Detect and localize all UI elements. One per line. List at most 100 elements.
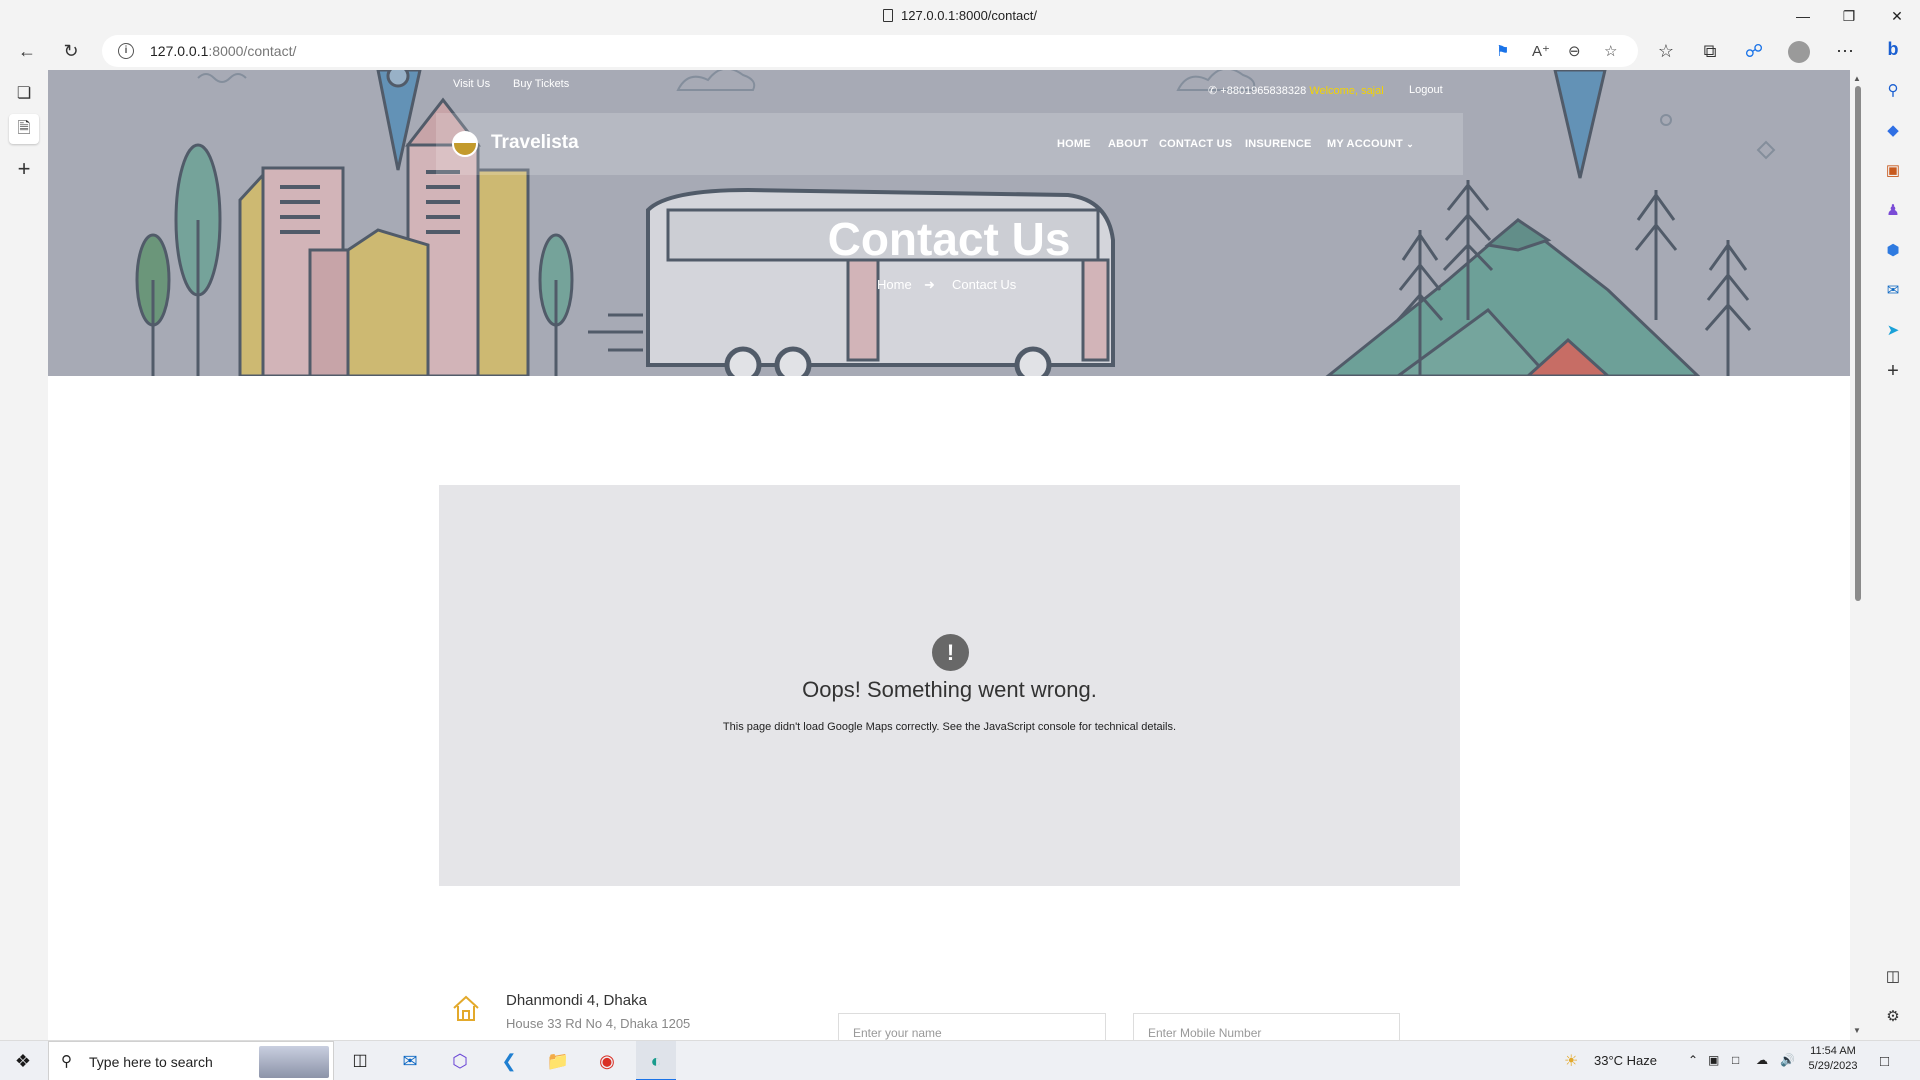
bing-chat-icon[interactable]: b: [1880, 36, 1906, 62]
page-viewport: Visit Us Buy Tickets ✆ +8801965838328 We…: [48, 70, 1850, 1040]
more-menu-icon[interactable]: ⋯: [1830, 36, 1860, 66]
home-icon: [453, 995, 479, 1021]
read-aloud-icon[interactable]: A⁺: [1532, 42, 1550, 60]
close-button[interactable]: ✕: [1874, 0, 1920, 32]
app-icon[interactable]: ⬡: [440, 1041, 480, 1080]
brand-name[interactable]: Travelista: [491, 132, 579, 154]
chrome-icon[interactable]: ◉: [587, 1041, 627, 1080]
travelista-logo-icon[interactable]: [452, 131, 478, 157]
scroll-up-icon[interactable]: ▲: [1853, 74, 1861, 83]
clock[interactable]: 11:54 AM 5/29/2023: [1806, 1045, 1860, 1072]
site-info-icon[interactable]: i: [118, 43, 134, 59]
search-icon: ⚲: [61, 1053, 72, 1070]
address-bar[interactable]: i 127.0.0.1:8000/contact/ ⚑ A⁺ ⊖ ☆: [102, 35, 1638, 67]
windows-start-icon[interactable]: ❖: [0, 1041, 46, 1080]
error-icon: !: [932, 634, 969, 671]
main-navbar: Travelista HOME ABOUT CONTACT US INSUREN…: [436, 113, 1463, 175]
add-sidebar-app-icon[interactable]: +: [1880, 358, 1906, 384]
volume-icon[interactable]: 🔊: [1780, 1053, 1795, 1067]
phone-number: +8801965838328: [1220, 85, 1307, 97]
window-title: 127.0.0.1:8000/contact/: [0, 8, 1920, 23]
tools-icon[interactable]: ▣: [1880, 158, 1906, 184]
taskbar-search-placeholder: Type here to search: [89, 1054, 213, 1070]
back-icon[interactable]: ←: [12, 36, 42, 66]
breadcrumb-home[interactable]: Home: [877, 277, 912, 292]
nav-home[interactable]: HOME: [1057, 138, 1091, 150]
page-title: Contact Us: [827, 213, 1071, 265]
weather-icon[interactable]: ☀: [1564, 1051, 1578, 1071]
minimize-button[interactable]: —: [1780, 0, 1826, 32]
nav-about[interactable]: ABOUT: [1108, 138, 1148, 150]
notifications-icon[interactable]: □: [1880, 1053, 1889, 1070]
url-text[interactable]: 127.0.0.1:8000/contact/: [150, 43, 296, 59]
url-path: :8000/contact/: [208, 43, 297, 59]
weather-text[interactable]: 33°C Haze: [1594, 1053, 1657, 1068]
welcome-user: Welcome, sajal: [1309, 85, 1384, 97]
nav-insurence[interactable]: INSURENCE: [1245, 138, 1312, 150]
breadcrumb-current: Contact Us: [952, 277, 1017, 292]
drop-icon[interactable]: ➤: [1880, 318, 1906, 344]
nav-my-account[interactable]: MY ACCOUNT ⌄: [1327, 138, 1414, 150]
task-view-icon[interactable]: ◫: [340, 1041, 380, 1080]
scrollbar-thumb[interactable]: [1855, 86, 1861, 601]
windows-taskbar: ❖ ⚲ Type here to search ◫ ✉ ⬡ ❮ 📁 ◉ ◐ ☀ …: [0, 1040, 1920, 1080]
address-detail: House 33 Rd No 4, Dhaka 1205: [506, 1016, 691, 1031]
shopping-icon[interactable]: ◆: [1880, 118, 1906, 144]
search-icon[interactable]: ⚲: [1880, 78, 1906, 104]
shopping-tag-icon[interactable]: ⚑: [1496, 42, 1509, 60]
map-error-detail: This page didn't load Google Maps correc…: [722, 721, 1177, 733]
url-host: 127.0.0.1: [150, 43, 209, 59]
active-tab-icon[interactable]: 🗎: [9, 114, 39, 144]
google-map-embed[interactable]: ! Oops! Something went wrong. This page …: [439, 485, 1460, 886]
taskbar-search[interactable]: ⚲ Type here to search: [48, 1041, 334, 1080]
tray-chevron-icon[interactable]: ⌃: [1688, 1053, 1698, 1067]
edge-sidebar: b ⚲ ◆ ▣ ♟ ⬢ ✉ ➤ + ◫ ⚙: [1866, 32, 1920, 1040]
tab-actions-icon[interactable]: ❏: [9, 79, 39, 109]
breadcrumb-arrow-icon: ➜: [924, 277, 935, 292]
refresh-icon[interactable]: ↻: [56, 36, 86, 66]
microsoft-365-icon[interactable]: ⬢: [1880, 238, 1906, 264]
name-field[interactable]: Enter your name: [838, 1013, 1106, 1040]
chevron-down-icon: ⌄: [1406, 139, 1414, 149]
sidebar-settings-icon[interactable]: ⚙: [1880, 1004, 1906, 1030]
favorites-icon[interactable]: ☆: [1651, 36, 1681, 66]
profile-avatar[interactable]: [1784, 36, 1814, 66]
address-title: Dhanmondi 4, Dhaka: [506, 992, 647, 1009]
edge-icon[interactable]: ◐: [636, 1041, 676, 1080]
games-icon[interactable]: ♟: [1880, 198, 1906, 224]
file-explorer-icon[interactable]: 📁: [538, 1041, 578, 1080]
outlook-icon[interactable]: ✉: [1880, 278, 1906, 304]
onedrive-icon[interactable]: ☁: [1756, 1053, 1768, 1067]
window-title-text: 127.0.0.1:8000/contact/: [901, 8, 1037, 23]
document-icon: [883, 9, 894, 22]
clock-date: 5/29/2023: [1808, 1060, 1858, 1072]
zoom-out-icon[interactable]: ⊖: [1568, 42, 1581, 60]
browser-essentials-icon[interactable]: ☍: [1739, 36, 1769, 66]
phone-contact: ✆ +8801965838328 Welcome, sajal: [1208, 84, 1384, 97]
window-title-bar: 127.0.0.1:8000/contact/ — ❐ ✕: [0, 0, 1920, 32]
logout-link[interactable]: Logout: [1409, 84, 1443, 96]
network-icon[interactable]: ▣: [1708, 1053, 1719, 1067]
new-tab-icon[interactable]: +: [9, 154, 39, 184]
add-favorite-icon[interactable]: ☆: [1604, 42, 1617, 60]
restore-button[interactable]: ❐: [1826, 0, 1872, 32]
browser-toolbar: ← ↻ i 127.0.0.1:8000/contact/ ⚑ A⁺ ⊖ ☆ ☆…: [0, 32, 1920, 70]
buy-tickets-link[interactable]: Buy Tickets: [513, 78, 569, 90]
vertical-tabs-bar: ❏ 🗎 +: [0, 70, 48, 1040]
hero-banner: Visit Us Buy Tickets ✆ +8801965838328 We…: [48, 70, 1850, 376]
collections-icon[interactable]: ⧉: [1695, 36, 1725, 66]
mail-icon[interactable]: ✉: [390, 1041, 430, 1080]
hide-sidebar-icon[interactable]: ◫: [1880, 964, 1906, 990]
page-scrollbar[interactable]: ▲ ▼: [1850, 70, 1866, 1040]
meet-icon[interactable]: □: [1732, 1053, 1739, 1067]
visit-us-link[interactable]: Visit Us: [453, 78, 490, 90]
phone-icon: ✆: [1208, 85, 1221, 97]
scroll-down-icon[interactable]: ▼: [1853, 1026, 1861, 1035]
mobile-field[interactable]: Enter Mobile Number: [1133, 1013, 1400, 1040]
clock-time: 11:54 AM: [1810, 1045, 1856, 1057]
map-error-heading: Oops! Something went wrong.: [802, 677, 1097, 702]
nav-contact-us[interactable]: CONTACT US: [1159, 138, 1232, 150]
nav-my-account-label: MY ACCOUNT: [1327, 138, 1403, 150]
vscode-icon[interactable]: ❮: [489, 1041, 529, 1080]
search-highlight-image: [259, 1046, 329, 1078]
